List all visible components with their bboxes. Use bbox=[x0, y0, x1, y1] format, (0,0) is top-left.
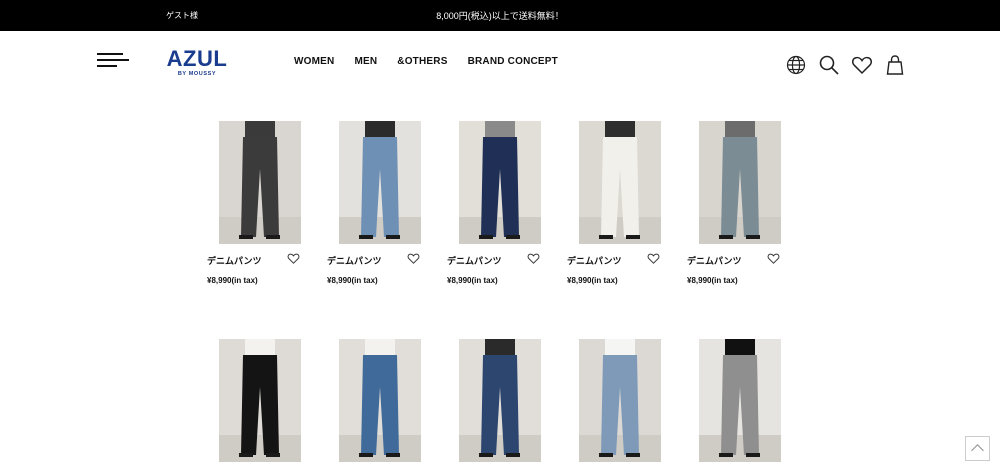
product-card[interactable]: デニムパンツ ¥8,990(in tax) bbox=[687, 121, 797, 291]
favorite-heart-icon[interactable] bbox=[407, 252, 420, 265]
favorite-heart-icon[interactable] bbox=[647, 252, 660, 265]
product-card[interactable] bbox=[567, 339, 677, 469]
product-name[interactable]: デニムパンツ bbox=[567, 254, 621, 267]
favorite-heart-icon[interactable] bbox=[287, 252, 300, 265]
product-price: ¥8,990(in tax) bbox=[447, 276, 498, 285]
hamburger-menu-icon[interactable] bbox=[97, 51, 129, 67]
top-announcement-bar: ゲスト様 8,000円(税込)以上で送料無料！ bbox=[0, 0, 1000, 31]
product-image[interactable] bbox=[339, 121, 421, 244]
favorite-heart-icon[interactable] bbox=[527, 252, 540, 265]
product-image[interactable] bbox=[579, 339, 661, 462]
nav-others[interactable]: &OTHERS bbox=[397, 56, 447, 67]
favorite-heart-icon[interactable] bbox=[767, 252, 780, 265]
product-price: ¥8,990(in tax) bbox=[207, 276, 258, 285]
product-image[interactable] bbox=[459, 121, 541, 244]
logo-wordmark: AZUL bbox=[166, 46, 228, 71]
product-card[interactable] bbox=[207, 339, 317, 469]
brand-logo[interactable]: AZUL BY MOUSSY bbox=[159, 46, 235, 78]
product-name[interactable]: デニムパンツ bbox=[207, 254, 261, 267]
product-card[interactable]: デニムパンツ ¥8,990(in tax) bbox=[327, 121, 437, 291]
product-image[interactable] bbox=[219, 339, 301, 462]
product-name[interactable]: デニムパンツ bbox=[687, 254, 741, 267]
product-name[interactable]: デニムパンツ bbox=[447, 254, 501, 267]
site-header: AZUL BY MOUSSY WOMEN MEN &OTHERS BRAND C… bbox=[0, 31, 1000, 93]
header-icons bbox=[785, 54, 917, 76]
globe-icon[interactable] bbox=[785, 54, 807, 76]
nav-men[interactable]: MEN bbox=[354, 56, 377, 67]
search-icon[interactable] bbox=[818, 54, 840, 76]
product-image[interactable] bbox=[699, 121, 781, 244]
product-image[interactable] bbox=[699, 339, 781, 462]
product-price: ¥8,990(in tax) bbox=[327, 276, 378, 285]
product-card[interactable]: デニムパンツ ¥8,990(in tax) bbox=[447, 121, 557, 291]
product-card[interactable] bbox=[327, 339, 437, 469]
product-card[interactable]: デニムパンツ ¥8,990(in tax) bbox=[207, 121, 317, 291]
product-price: ¥8,990(in tax) bbox=[567, 276, 618, 285]
nav-brand-concept[interactable]: BRAND CONCEPT bbox=[468, 56, 558, 67]
product-card[interactable] bbox=[447, 339, 557, 469]
main-navigation: WOMEN MEN &OTHERS BRAND CONCEPT bbox=[294, 56, 578, 67]
product-name[interactable]: デニムパンツ bbox=[327, 254, 381, 267]
product-image[interactable] bbox=[579, 121, 661, 244]
product-image[interactable] bbox=[459, 339, 541, 462]
nav-women[interactable]: WOMEN bbox=[294, 56, 334, 67]
shopping-bag-icon[interactable] bbox=[884, 54, 906, 76]
product-card[interactable]: デニムパンツ ¥8,990(in tax) bbox=[567, 121, 677, 291]
back-to-top-button[interactable] bbox=[965, 436, 990, 461]
heart-icon[interactable] bbox=[851, 54, 873, 76]
free-shipping-promo: 8,000円(税込)以上で送料無料！ bbox=[436, 11, 564, 21]
product-card[interactable] bbox=[687, 339, 797, 469]
product-price: ¥8,990(in tax) bbox=[687, 276, 738, 285]
product-image[interactable] bbox=[219, 121, 301, 244]
chevron-up-icon bbox=[971, 444, 984, 452]
logo-subtitle: BY MOUSSY bbox=[177, 71, 217, 77]
product-image[interactable] bbox=[339, 339, 421, 462]
